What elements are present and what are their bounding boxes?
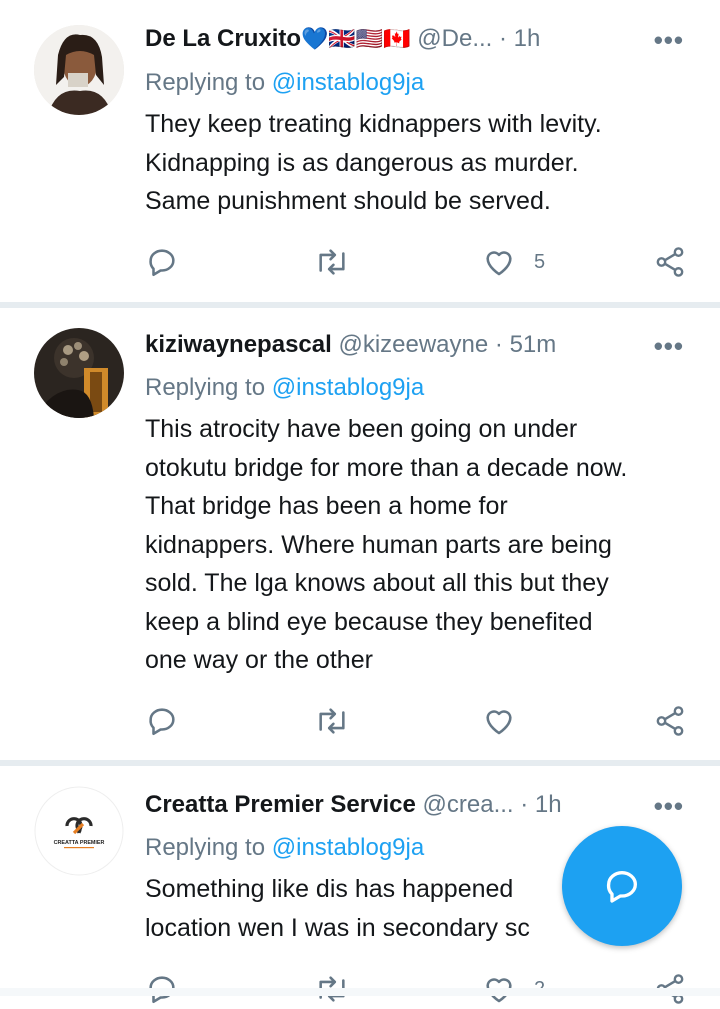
- tweet-text-line: Same punishment should be served.: [145, 187, 551, 215]
- tweet-header: Creatta Premier Service @crea... · 1h: [145, 788, 562, 822]
- tweet-item[interactable]: kiziwaynepascal @kizeewayne · 51m ••• Re…: [0, 308, 720, 760]
- timestamp[interactable]: 51m: [510, 331, 557, 358]
- heart-icon: [486, 251, 512, 276]
- retweet-icon: [319, 708, 345, 734]
- separator-dot: ·: [499, 25, 507, 52]
- tweet-text-line: keep a blind eye because they benefited: [145, 607, 593, 636]
- mention-link[interactable]: @instablog9ja: [272, 834, 424, 861]
- compose-reply-icon: [606, 871, 637, 903]
- avatar-brand-text: CREATTA PREMIER: [54, 840, 105, 846]
- retweet-button[interactable]: [313, 701, 351, 741]
- tweet-text: This atrocity have been going on under o…: [145, 410, 705, 680]
- replying-to: Replying to @instablog9ja: [145, 372, 424, 404]
- replying-to: Replying to @instablog9ja: [145, 67, 424, 99]
- tweet-header: kiziwaynepascal @kizeewayne · 51m: [145, 328, 556, 362]
- flag-emojis: 💙🇬🇧🇺🇸🇨🇦: [301, 26, 411, 51]
- tweet-text-line: otokutu bridge for more than a decade no…: [145, 453, 628, 482]
- like-button[interactable]: [482, 701, 516, 741]
- tweet-text: They keep treating kidnappers with levit…: [145, 105, 705, 221]
- mention-link[interactable]: @instablog9ja: [272, 69, 424, 96]
- reply-button[interactable]: [145, 242, 179, 282]
- retweet-button[interactable]: [313, 242, 351, 282]
- avatar[interactable]: [34, 328, 124, 418]
- user-handle[interactable]: @De...: [417, 25, 492, 52]
- separator-dot: ·: [494, 331, 503, 358]
- reply-icon: [149, 249, 175, 277]
- display-name[interactable]: Creatta Premier Service: [145, 791, 416, 818]
- bottom-edge: [0, 988, 720, 996]
- tweet-actions: [145, 701, 705, 741]
- tweet-header: De La Cruxito💙🇬🇧🇺🇸🇨🇦 @De... · 1h: [145, 22, 540, 56]
- timestamp[interactable]: 1h: [535, 791, 562, 818]
- replying-to: Replying to @instablog9ja: [145, 832, 424, 864]
- user-handle[interactable]: @kizeewayne: [338, 331, 488, 358]
- tweet-item[interactable]: De La Cruxito💙🇬🇧🇺🇸🇨🇦 @De... · 1h ••• Rep…: [0, 0, 720, 302]
- tweet-text-line: one way or the other: [145, 646, 373, 674]
- reply-icon: [149, 708, 175, 736]
- tweet-text-line: kidnappers. Where human parts are being: [145, 530, 612, 559]
- more-options-icon[interactable]: •••: [654, 27, 684, 53]
- share-icon: [656, 247, 684, 277]
- share-button[interactable]: [653, 242, 687, 282]
- tweet-text-line: Kidnapping is as dangerous as murder.: [145, 148, 579, 177]
- tweet-text-line: They keep treating kidnappers with levit…: [145, 110, 602, 138]
- user-handle[interactable]: @crea...: [423, 791, 514, 818]
- heart-icon: [486, 710, 512, 735]
- retweet-icon: [319, 249, 345, 275]
- tweet-text-line: That bridge has been a home for: [145, 492, 508, 520]
- tweet-text-line: sold. The lga knows about all this but t…: [145, 569, 609, 597]
- like-button[interactable]: 5: [482, 242, 545, 282]
- separator-dot: ·: [520, 791, 529, 818]
- display-name[interactable]: kiziwaynepascal: [145, 331, 332, 358]
- avatar[interactable]: [34, 25, 124, 115]
- timestamp[interactable]: 1h: [514, 25, 541, 52]
- tweet-actions: 5: [145, 242, 705, 282]
- replying-to-label: Replying to: [145, 69, 266, 96]
- share-button[interactable]: [653, 701, 687, 741]
- mention-link[interactable]: @instablog9ja: [272, 374, 424, 401]
- reply-button[interactable]: [145, 701, 179, 741]
- tweet-text-line: This atrocity have been going on under: [145, 415, 578, 443]
- more-options-icon[interactable]: •••: [654, 333, 684, 359]
- share-icon: [656, 706, 684, 736]
- more-options-icon[interactable]: •••: [654, 793, 684, 819]
- replying-to-label: Replying to: [145, 834, 266, 861]
- compose-reply-button[interactable]: [562, 826, 682, 946]
- display-name[interactable]: De La Cruxito: [145, 25, 301, 52]
- avatar[interactable]: CREATTA PREMIER: [34, 786, 124, 876]
- like-count: 5: [534, 250, 546, 273]
- replying-to-label: Replying to: [145, 374, 266, 401]
